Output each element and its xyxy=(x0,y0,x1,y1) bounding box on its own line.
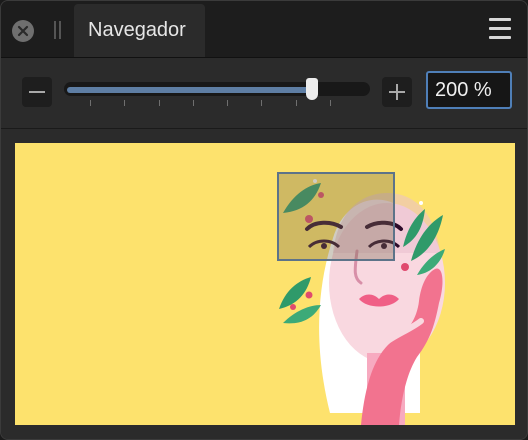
zoom-slider-tick xyxy=(227,100,228,106)
minus-icon xyxy=(29,91,45,93)
zoom-slider-tick xyxy=(124,100,125,106)
close-button[interactable] xyxy=(12,20,34,42)
drag-grip-icon[interactable] xyxy=(54,21,61,39)
tab-label: Navegador xyxy=(88,19,186,41)
zoom-slider-tick xyxy=(193,100,194,106)
zoom-slider-track[interactable] xyxy=(64,82,370,96)
zoom-slider-tick xyxy=(330,100,331,106)
zoom-slider[interactable] xyxy=(64,78,372,120)
document-preview[interactable] xyxy=(15,143,515,425)
preview-illustration xyxy=(279,179,445,425)
zoom-slider-fill xyxy=(67,87,312,93)
zoom-slider-tick xyxy=(159,100,160,106)
plus-icon xyxy=(389,84,405,100)
hamburger-menu-icon[interactable] xyxy=(489,18,513,40)
tab-navegador[interactable]: Navegador xyxy=(74,4,205,57)
zoom-slider-tick xyxy=(261,100,262,106)
zoom-slider-ticks xyxy=(64,100,370,110)
close-icon xyxy=(17,25,29,37)
zoom-in-button[interactable] xyxy=(382,77,412,107)
zoom-out-button[interactable] xyxy=(22,77,52,107)
visible-area-rectangle[interactable] xyxy=(277,172,395,261)
zoom-slider-tick xyxy=(296,100,297,106)
zoom-slider-tick xyxy=(90,100,91,106)
zoom-slider-thumb[interactable] xyxy=(306,78,318,100)
navigator-panel: Navegador 200 % xyxy=(0,0,528,440)
panel-titlebar: Navegador xyxy=(1,1,527,58)
zoom-percentage-field[interactable]: 200 % xyxy=(426,71,512,109)
